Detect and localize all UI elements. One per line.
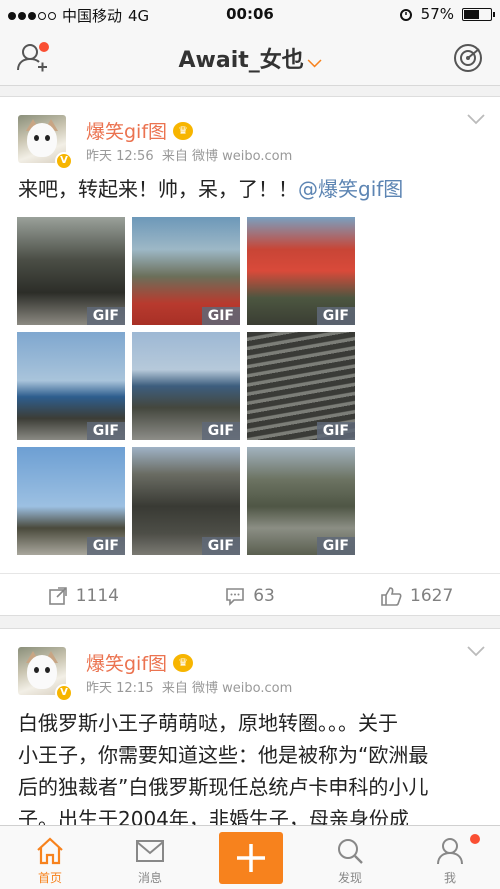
tab-home[interactable]: 首页 [0,826,100,889]
mention-link[interactable]: @爆笑gif图 [298,177,403,201]
chevron-down-icon[interactable] [466,113,486,125]
vip-crown-icon: ♛ [173,653,194,672]
gif-label: GIF [201,422,240,440]
gif-label: GIF [86,307,125,325]
chevron-down-icon: ⌵ [307,51,322,72]
post-text-body: 来吧，转起来！帅，呆，了！！ [18,177,298,201]
thumbs-up-icon [381,586,402,606]
weibo-post: V 爆笑gif图 ♛ 昨天 12:56 来自 微博 weibo.com 来吧，转… [0,96,500,616]
tab-messages[interactable]: 消息 [100,826,200,889]
gif-label: GIF [201,307,240,325]
post-time: 昨天 12:15 [86,681,154,696]
username-label: 爆笑gif图 [86,121,168,143]
account-switcher[interactable]: Await_女也 ⌵ [0,42,500,74]
tab-discover-label: 发现 [337,871,362,885]
post-meta: 昨天 12:56 来自 微博 weibo.com [86,145,292,164]
compose-button[interactable] [219,832,283,884]
gif-thumbnail[interactable]: GIF [132,332,240,440]
username-label: 爆笑gif图 [86,653,168,675]
tab-discover[interactable]: 发现 [300,826,400,889]
gif-label: GIF [316,307,355,325]
post-text-line: 后的独裁者”白俄罗斯现任总统卢卡申科的小儿 [18,775,429,799]
gif-thumbnail[interactable]: GIF [247,217,355,325]
envelope-icon [136,840,164,862]
profile-icon [437,838,463,865]
post-text: 白俄罗斯小王子萌萌哒，原地转圈。。。关于 小王子，你需要知道这些：他是被称为“欧… [18,707,428,835]
tab-me[interactable]: 我 [400,826,500,889]
gif-thumbnail[interactable]: GIF [247,447,355,555]
tab-me-label: 我 [443,871,456,885]
radar-icon[interactable] [452,42,484,74]
gif-thumbnail[interactable]: GIF [247,332,355,440]
verified-badge-icon: V [55,152,73,170]
like-button[interactable]: 1627 [333,574,500,617]
post-source: 来自 微博 weibo.com [161,681,293,696]
comment-count: 63 [253,585,275,606]
battery-icon [462,7,495,21]
tab-home-label: 首页 [37,871,62,885]
tab-bar: 首页 消息 发现 我 [0,825,500,889]
chevron-down-icon[interactable] [466,645,486,657]
status-bar: 中国移动 4G 00:06 57% [0,0,500,28]
username[interactable]: 爆笑gif图 ♛ [86,649,194,676]
gif-label: GIF [316,537,355,555]
post-meta: 昨天 12:15 来自 微博 weibo.com [86,677,292,696]
vip-crown-icon: ♛ [173,121,194,140]
gif-label: GIF [86,422,125,440]
gif-label: GIF [316,422,355,440]
comment-button[interactable]: 63 [167,574,334,617]
post-text: 来吧，转起来！帅，呆，了！！@爆笑gif图 [18,173,403,205]
nav-bar: Await_女也 ⌵ [0,28,500,86]
like-count: 1627 [410,585,454,606]
page-title: Await_女也 [178,48,304,73]
tab-messages-label: 消息 [137,871,162,885]
repost-button[interactable]: 1114 [0,574,167,617]
search-icon [338,839,363,864]
battery-percent: 57% [420,5,454,23]
post-time: 昨天 12:56 [86,149,154,164]
repost-count: 1114 [75,585,119,606]
gif-label: GIF [201,537,240,555]
post-source: 来自 微博 weibo.com [161,149,293,164]
gif-thumbnail[interactable]: GIF [17,217,125,325]
post-text-line: 小王子，你需要知道这些：他是被称为“欧洲最 [18,743,429,767]
home-icon [37,837,63,865]
plus-icon [237,844,265,872]
gif-label: GIF [86,537,125,555]
verified-badge-icon: V [55,684,73,702]
gif-thumbnail[interactable]: GIF [132,217,240,325]
post-actions: 1114 63 1627 [0,573,500,617]
post-text-line: 白俄罗斯小王子萌萌哒，原地转圈。。。关于 [18,711,398,735]
repost-icon [48,586,67,605]
alarm-icon [399,9,412,21]
gif-thumbnail[interactable]: GIF [132,447,240,555]
username[interactable]: 爆笑gif图 ♛ [86,117,194,144]
comment-icon [226,587,244,606]
gif-thumbnail[interactable]: GIF [17,332,125,440]
notification-dot [470,834,480,844]
gif-thumbnail[interactable]: GIF [17,447,125,555]
